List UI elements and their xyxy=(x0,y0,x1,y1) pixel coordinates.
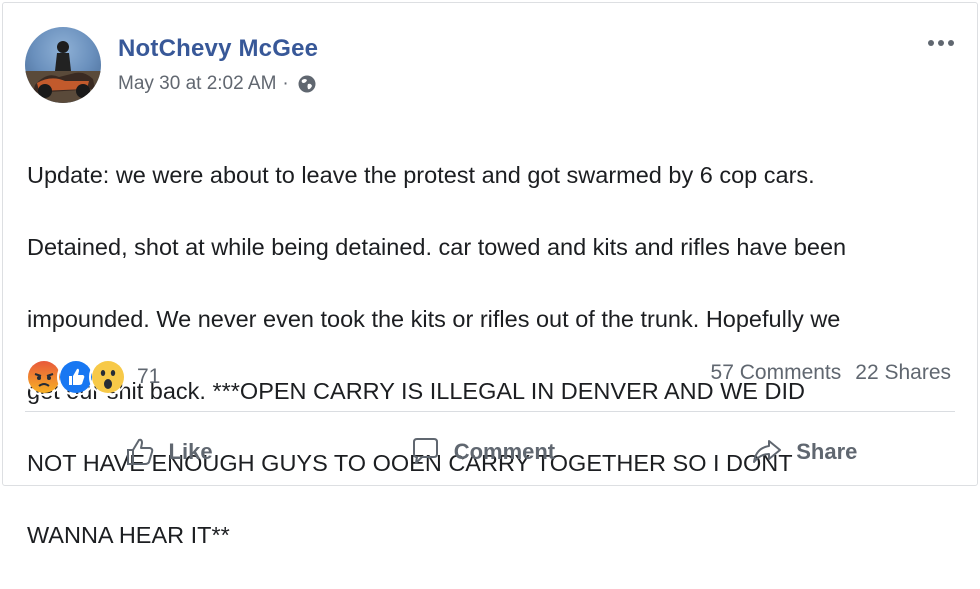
reaction-count[interactable]: 71 xyxy=(137,365,160,389)
post-meta: May 30 at 2:02 AM · xyxy=(118,73,317,95)
divider xyxy=(25,411,955,412)
post-body: Update: we were about to leave the prote… xyxy=(27,121,967,589)
share-button[interactable]: Share xyxy=(750,435,857,469)
post-body-line: WANNA HEAR IT** xyxy=(27,522,230,548)
more-options-icon[interactable] xyxy=(923,31,959,55)
like-button[interactable]: Like xyxy=(123,435,213,469)
comment-button[interactable]: Comment xyxy=(408,435,555,469)
globe-icon[interactable] xyxy=(297,74,317,94)
author-name[interactable]: NotChevy McGee xyxy=(118,35,318,63)
post-body-line: impounded. We never even took the kits o… xyxy=(27,306,841,332)
share-icon xyxy=(753,440,782,463)
like-label: Like xyxy=(168,439,213,464)
post-card: NotChevy McGee May 30 at 2:02 AM · Updat… xyxy=(2,2,978,548)
wow-reaction-icon xyxy=(89,358,127,396)
comment-label: Comment xyxy=(453,439,556,464)
comments-count[interactable]: 57 Comments xyxy=(711,361,842,385)
post-body-line: Detained, shot at while being detained. … xyxy=(27,234,847,260)
engagement-counts: 57 Comments 22 Shares xyxy=(711,361,951,385)
action-bar: Like Comment Share xyxy=(25,423,955,481)
share-label: Share xyxy=(796,439,858,464)
post-body-line: Update: we were about to leave the prote… xyxy=(27,162,815,188)
post-timestamp[interactable]: May 30 at 2:02 AM xyxy=(118,73,276,95)
thumbs-up-icon xyxy=(126,438,153,465)
shares-count[interactable]: 22 Shares xyxy=(855,361,951,385)
comment-icon xyxy=(412,438,438,464)
avatar[interactable] xyxy=(25,27,101,103)
reactions-summary[interactable]: 71 xyxy=(25,358,160,396)
meta-separator: · xyxy=(282,73,289,94)
